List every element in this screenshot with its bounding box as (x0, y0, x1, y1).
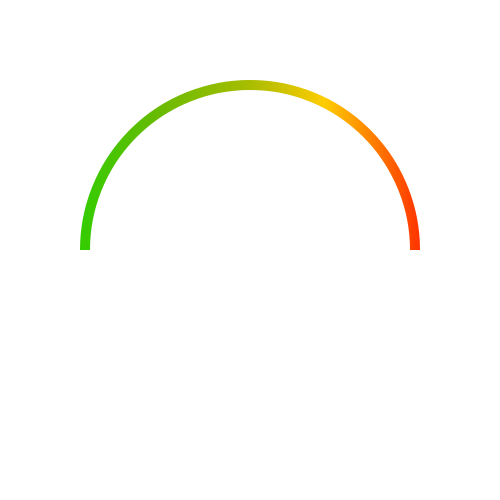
gauge-canvas (80, 80, 420, 251)
gauge-arc (80, 80, 420, 251)
gauge-widget (0, 0, 500, 500)
